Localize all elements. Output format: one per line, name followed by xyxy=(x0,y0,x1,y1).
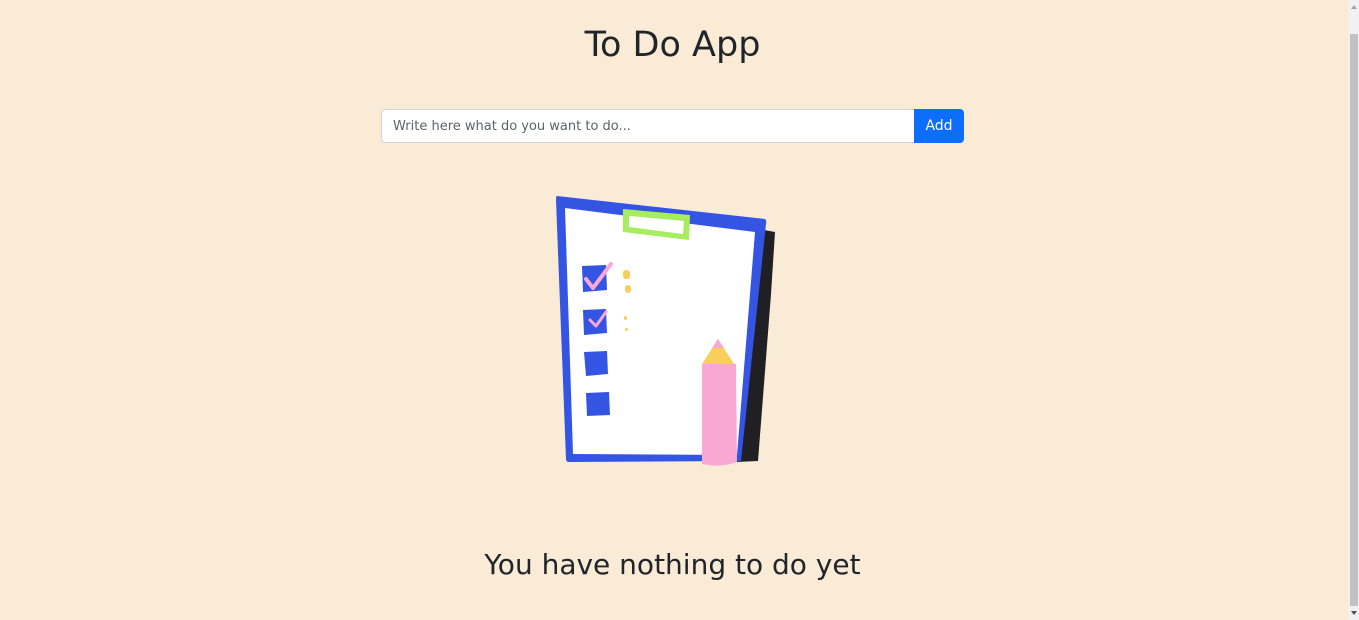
empty-clipboard-illustration xyxy=(556,196,775,466)
add-button[interactable]: Add xyxy=(914,109,964,143)
empty-state-message: You have nothing to do yet xyxy=(484,548,861,581)
unchecked-box-icon xyxy=(586,392,610,416)
todo-input[interactable] xyxy=(381,109,914,143)
unchecked-box-icon xyxy=(584,351,608,376)
page-title: To Do App xyxy=(584,25,761,65)
add-todo-form: Add xyxy=(381,109,964,143)
scrollbar-thumb[interactable] xyxy=(1350,34,1358,606)
scroll-down-icon[interactable] xyxy=(1351,611,1357,615)
main-content: To Do App Add xyxy=(0,0,1345,620)
page: To Do App Add xyxy=(0,0,1359,620)
scroll-up-icon[interactable] xyxy=(1351,5,1357,9)
vertical-scrollbar[interactable] xyxy=(1348,0,1359,620)
